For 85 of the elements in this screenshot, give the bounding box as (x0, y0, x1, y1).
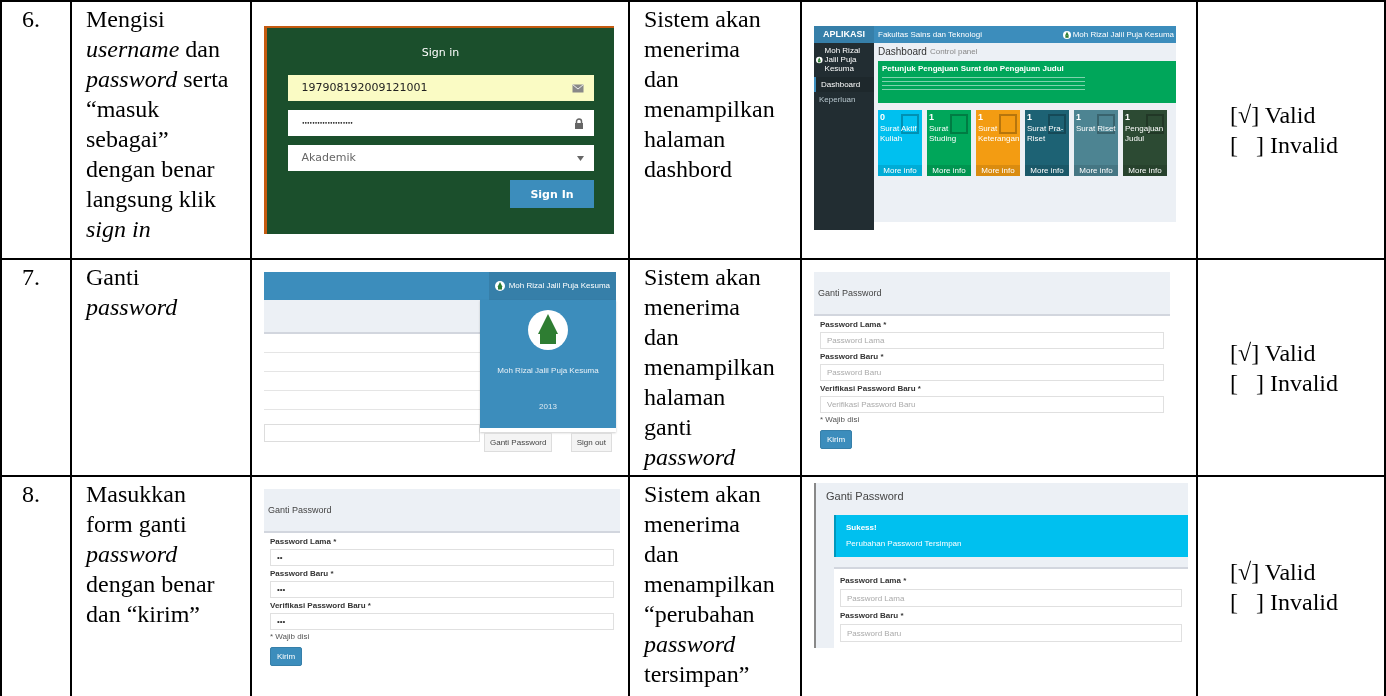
test-step: Ganti password (86, 262, 236, 322)
caret-icon (576, 155, 584, 161)
field-label: Password Lama * (270, 537, 338, 547)
sidebar-item[interactable]: Keperluan (814, 91, 874, 107)
document-icon (1097, 114, 1115, 134)
sidebar-user-name: Moh Rizal Jalil Puja Kesuma (824, 46, 862, 74)
card-label: Surat Riset (1076, 124, 1116, 134)
field-label: Password Baru * (840, 611, 905, 621)
submit-button[interactable]: Kirim (820, 430, 853, 449)
username-field[interactable]: 197908192009121001 (287, 75, 594, 101)
alert-title: Sukess! (846, 523, 878, 533)
result-option: [ ] Invalid (1230, 130, 1384, 160)
card-count: 0 (880, 112, 886, 123)
notice-title: Petunjuk Pengajuan Surat dan Pengajuan Judul (882, 64, 1065, 74)
required-note: * Wajib disi (820, 415, 861, 425)
expected-result: Sistem akan menerima dan menampilkan halaman dashbord (644, 5, 776, 184)
field-label: Verifikasi Password Baru * (270, 601, 372, 611)
result-option: [ ] Invalid (1230, 586, 1384, 617)
user-name: Moh Rizal Jalil Puja Kesuma (1072, 29, 1174, 40)
field-label: Password Lama * (820, 320, 888, 330)
card-count: 1 (929, 112, 935, 123)
more-info-link[interactable]: More info (927, 164, 971, 176)
menu-button[interactable]: Ganti Password (484, 433, 553, 452)
submit-button[interactable]: Kirim (270, 647, 303, 666)
sign-in-button[interactable]: Sign In (510, 180, 594, 208)
test-step: Mengisi username dan password serta “masuk sebagai” dengan benar langsung klik sign in (86, 4, 236, 244)
form-title: Ganti Password (826, 489, 905, 503)
more-info-link[interactable]: More info (1123, 164, 1167, 176)
card-count: 1 (978, 112, 984, 123)
field-label: Verifikasi Password Baru * (820, 384, 922, 394)
envelope-icon (571, 83, 584, 93)
page-title: Dashboard (878, 46, 927, 58)
emblem-icon (528, 310, 568, 350)
password-field[interactable]: Verifikasi Password Baru (820, 396, 1164, 413)
password-field[interactable]: Password Lama (820, 332, 1164, 349)
form-title: Ganti Password (818, 288, 882, 298)
card-label: Surat Pra-Riset (1027, 124, 1065, 143)
more-info-link[interactable]: More info (1074, 164, 1118, 176)
password-field[interactable]: •• (270, 549, 614, 566)
app-brand: APLIKASI (814, 26, 874, 43)
password-field[interactable]: Password Baru (820, 364, 1164, 381)
result-option: [√] Valid (1230, 337, 1384, 368)
password-field[interactable]: ••• (270, 581, 614, 598)
role-dropdown[interactable]: Akademik (287, 145, 594, 171)
step-number: 6. (22, 6, 40, 32)
document-icon (950, 114, 968, 134)
password-field[interactable]: Password Lama (840, 589, 1182, 607)
card-label: Surat Studing (929, 124, 958, 143)
password-field[interactable]: Password Baru (840, 624, 1182, 642)
lock-icon (573, 117, 584, 129)
card-label: Surat Keterangan (978, 124, 1018, 143)
card-label: Pengajuan Judul (1125, 124, 1165, 143)
step-number: 7. (22, 264, 40, 290)
profile-year: 2013 (539, 401, 557, 413)
field-label: Password Baru * (820, 352, 885, 362)
expected-result: Sistem akan menerima dan menampilkan “perubahan password tersimpan” (644, 480, 776, 689)
password-field[interactable]: ••• (270, 613, 614, 630)
card-count: 1 (1027, 112, 1033, 123)
emblem-icon (494, 281, 505, 291)
menu-button[interactable]: Sign out (570, 433, 612, 452)
step-number: 8. (22, 481, 40, 507)
faculty-name: Fakultas Sains dan Teknologi (878, 29, 983, 40)
card-count: 1 (1076, 112, 1082, 123)
form-title: Ganti Password (268, 505, 332, 515)
result-option: [√] Valid (1230, 556, 1384, 587)
expected-result: Sistem akan menerima dan menampilkan halaman ganti password (644, 263, 776, 472)
required-note: * Wajib disi (270, 632, 311, 642)
field-label: Password Lama * (840, 576, 908, 586)
emblem-icon (1062, 30, 1071, 39)
profile-name: Moh Rizal Jalil Puja Kesuma (497, 365, 599, 377)
document-icon (1048, 114, 1066, 134)
result-option: [ ] Invalid (1230, 367, 1384, 398)
test-step: Masukkan form ganti password dengan benar dan “kirim” (86, 479, 236, 629)
sign-in-title: Sign in (421, 46, 460, 60)
more-info-link[interactable]: More info (1025, 164, 1069, 176)
document-icon (901, 114, 919, 134)
field-label: Password Baru * (270, 569, 335, 579)
user-name: Moh Rizal Jalil Puja Kesuma (508, 280, 610, 292)
alert-message: Perubahan Password Tersimpan (846, 539, 963, 549)
sidebar-item[interactable]: Dashboard (814, 76, 874, 92)
page-subtitle: Control panel (929, 47, 978, 57)
card-label: Surat Aktif Kuliah (880, 124, 918, 143)
document-icon (999, 114, 1017, 134)
result-option: [√] Valid (1230, 100, 1384, 130)
card-count: 1 (1125, 112, 1131, 123)
